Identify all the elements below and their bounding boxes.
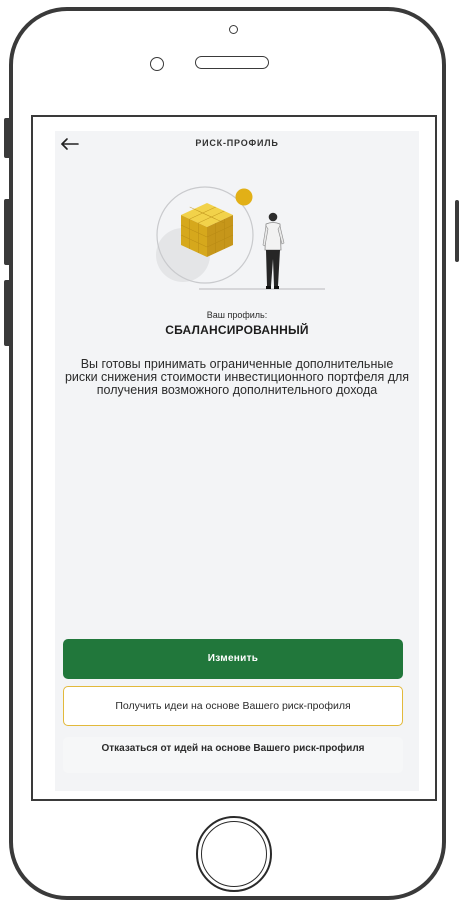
risk-profile-illustration xyxy=(156,186,325,290)
change-profile-button[interactable]: Изменить xyxy=(63,639,403,679)
proximity-sensor-icon xyxy=(150,57,164,71)
get-ideas-button[interactable]: Получить идеи на основе Вашего риск-проф… xyxy=(63,686,403,726)
profile-name: СБАЛАНСИРОВАННЫЙ xyxy=(165,323,309,337)
page: РИСК-ПРОФИЛЬ Ваш профиль: СБАЛАНСИРОВАНН… xyxy=(0,0,461,907)
page-title: РИСК-ПРОФИЛЬ xyxy=(195,138,279,148)
home-button xyxy=(196,816,272,892)
power-button xyxy=(455,200,459,262)
decline-ideas-button[interactable]: Отказаться от идей на основе Вашего риск… xyxy=(63,737,403,773)
phone-screen: РИСК-ПРОФИЛЬ Ваш профиль: СБАЛАНСИРОВАНН… xyxy=(31,115,437,801)
person-icon xyxy=(262,212,285,289)
top-bar: РИСК-ПРОФИЛЬ xyxy=(55,131,419,165)
profile-caption: Ваш профиль: xyxy=(206,310,268,320)
earpiece-speaker-icon xyxy=(195,56,269,69)
risk-profile-screen: РИСК-ПРОФИЛЬ Ваш профиль: СБАЛАНСИРОВАНН… xyxy=(55,131,419,791)
gold-ball xyxy=(235,188,253,206)
front-camera-icon xyxy=(229,25,238,34)
profile-description: Вы готовы принимать ограниченные дополни… xyxy=(64,357,410,397)
